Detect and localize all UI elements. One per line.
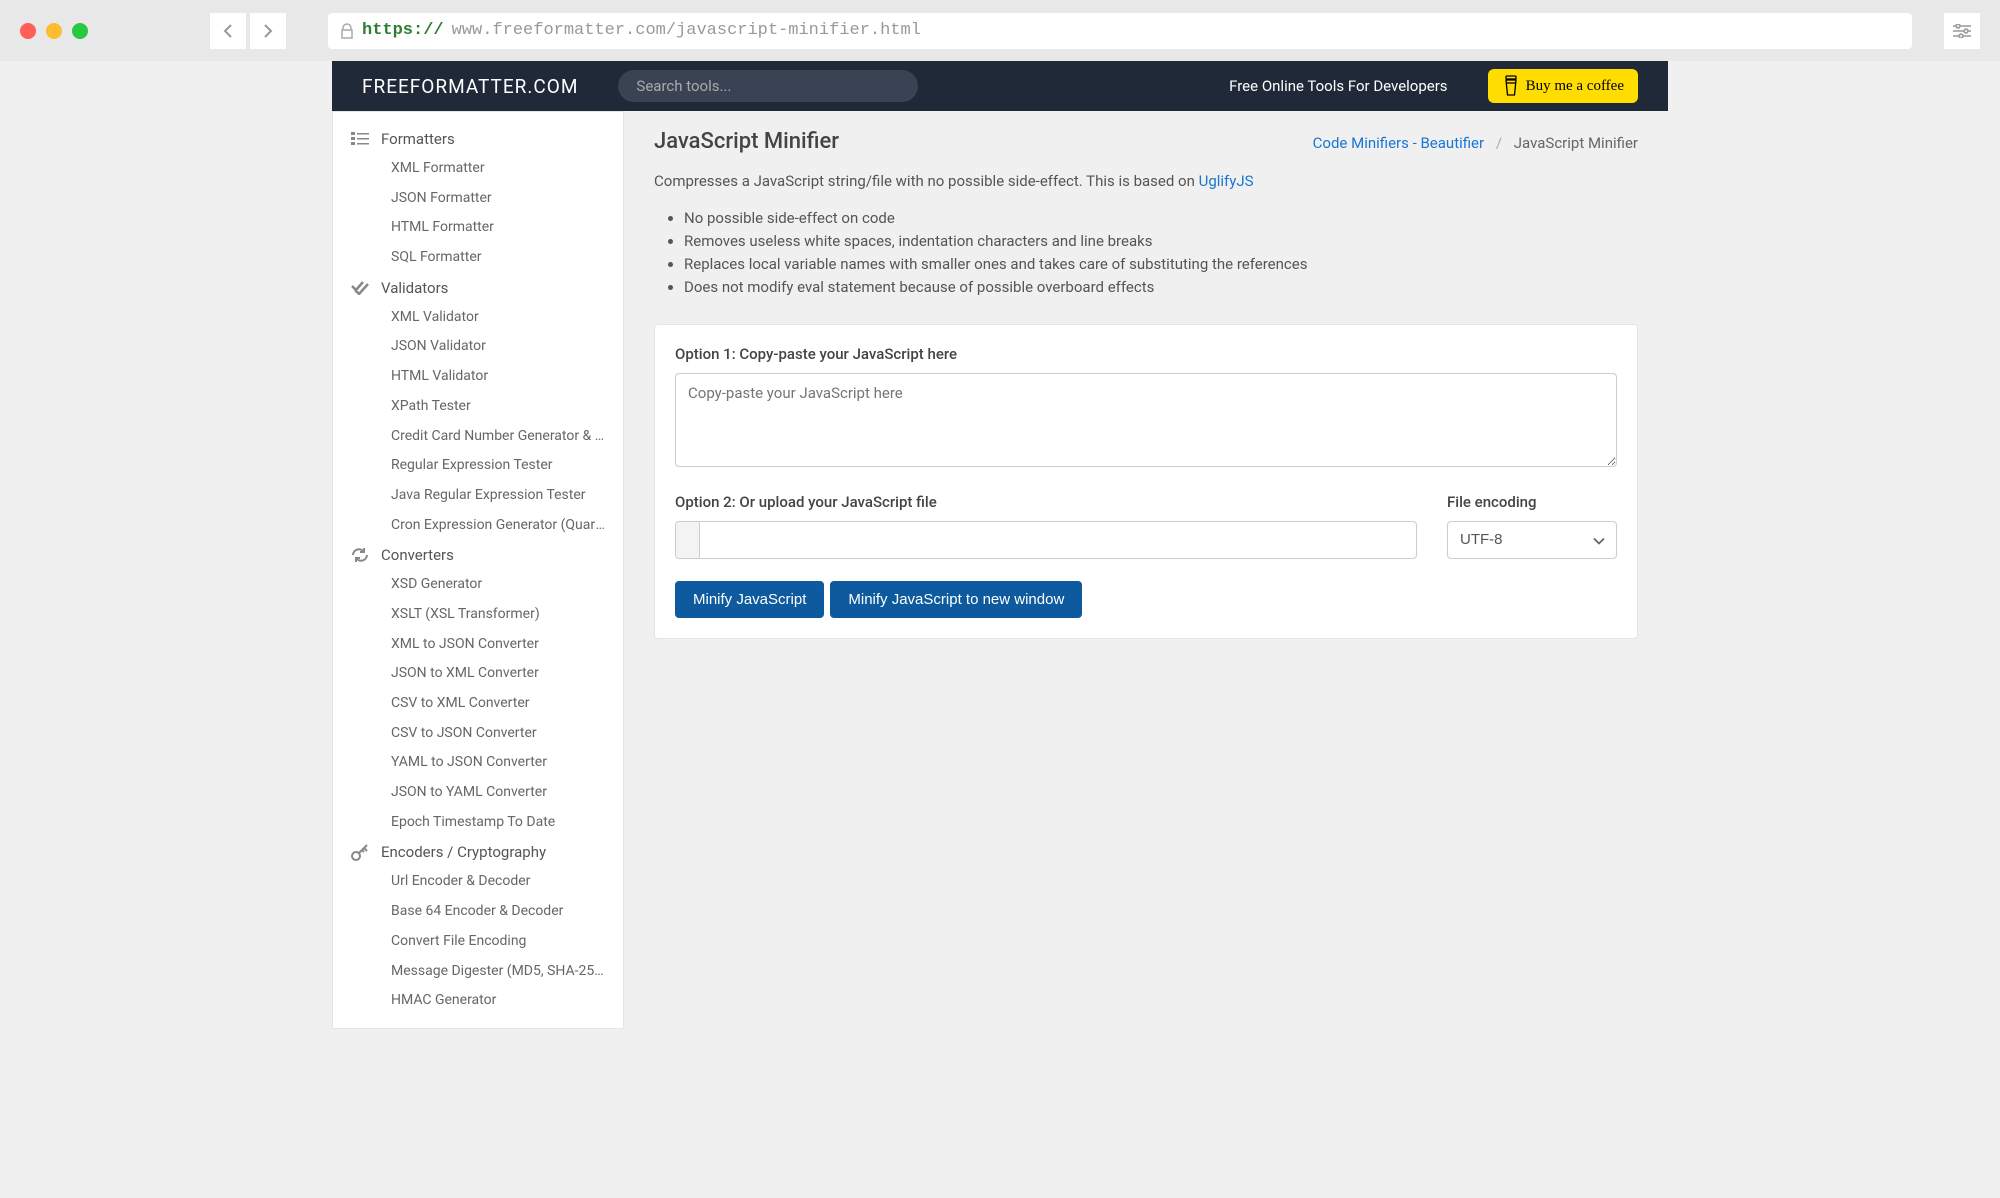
sidebar-item[interactable]: CSV to XML Converter — [333, 689, 623, 719]
sidebar-category[interactable]: Encoders / Cryptography — [333, 837, 623, 867]
sidebar-category[interactable]: Converters — [333, 540, 623, 570]
category-label: Formatters — [381, 130, 455, 148]
chevron-right-icon — [262, 23, 274, 39]
close-window-icon[interactable] — [20, 23, 36, 39]
check-icon — [351, 279, 369, 297]
sidebar-item[interactable]: XSD Generator — [333, 570, 623, 600]
intro-prefix: Compresses a JavaScript string/file with… — [654, 172, 1199, 190]
minify-new-window-button[interactable]: Minify JavaScript to new window — [830, 581, 1082, 618]
sidebar-item[interactable]: SQL Formatter — [333, 243, 623, 273]
feature-bullet: Removes useless white spaces, indentatio… — [684, 230, 1638, 253]
coffee-cup-icon — [1502, 75, 1520, 97]
url-bar[interactable]: https:// www.freeformatter.com/javascript… — [328, 13, 1912, 49]
sidebar: FormattersXML FormatterJSON FormatterHTM… — [332, 111, 624, 1029]
browser-chrome: https:// www.freeformatter.com/javascript… — [0, 0, 2000, 61]
feature-list: No possible side-effect on codeRemoves u… — [684, 207, 1638, 300]
main-content: JavaScript Minifier Code Minifiers - Bea… — [654, 111, 1668, 1029]
sidebar-item[interactable]: Cron Expression Generator (Quartz) — [333, 511, 623, 541]
forward-button[interactable] — [250, 13, 286, 49]
minimize-window-icon[interactable] — [46, 23, 62, 39]
encoding-select[interactable]: UTF-8 — [1447, 521, 1617, 559]
buy-coffee-button[interactable]: Buy me a coffee — [1488, 69, 1638, 103]
coffee-label: Buy me a coffee — [1526, 78, 1624, 95]
maximize-window-icon[interactable] — [72, 23, 88, 39]
sidebar-item[interactable]: Epoch Timestamp To Date — [333, 808, 623, 838]
file-upload-input[interactable] — [675, 521, 1417, 559]
tagline: Free Online Tools For Developers — [1229, 77, 1447, 95]
content-header: JavaScript Minifier Code Minifiers - Bea… — [654, 129, 1638, 154]
category-label: Validators — [381, 279, 448, 297]
file-path-display — [700, 522, 1416, 558]
sidebar-item[interactable]: HTML Validator — [333, 362, 623, 392]
url-protocol: https:// — [362, 21, 444, 40]
sidebar-item[interactable]: Java Regular Expression Tester — [333, 481, 623, 511]
sidebar-item[interactable]: XPath Tester — [333, 392, 623, 422]
breadcrumb-current: JavaScript Minifier — [1514, 134, 1638, 152]
option1-label: Option 1: Copy-paste your JavaScript her… — [675, 345, 1617, 363]
sidebar-item[interactable]: Convert File Encoding — [333, 927, 623, 957]
sidebar-item[interactable]: CSV to JSON Converter — [333, 719, 623, 749]
encoding-label: File encoding — [1447, 493, 1617, 511]
feature-bullet: Replaces local variable names with small… — [684, 253, 1638, 276]
uglifyjs-link[interactable]: UglifyJS — [1199, 172, 1254, 190]
nav-buttons — [210, 13, 286, 49]
intro-text: Compresses a JavaScript string/file with… — [654, 170, 1638, 193]
sidebar-category[interactable]: Formatters — [333, 124, 623, 154]
feature-bullet: No possible side-effect on code — [684, 207, 1638, 230]
search-input[interactable]: Search tools... — [618, 70, 918, 102]
sidebar-item[interactable]: HTML Formatter — [333, 213, 623, 243]
breadcrumb-separator: / — [1496, 134, 1502, 152]
sidebar-category[interactable]: Validators — [333, 273, 623, 303]
sidebar-item[interactable]: Url Encoder & Decoder — [333, 867, 623, 897]
site-logo[interactable]: FREEFORMATTER.COM — [362, 75, 578, 98]
category-label: Encoders / Cryptography — [381, 843, 546, 861]
search-placeholder: Search tools... — [636, 77, 731, 95]
breadcrumb: Code Minifiers - Beautifier / JavaScript… — [1313, 134, 1638, 152]
javascript-textarea[interactable] — [675, 373, 1617, 467]
sidebar-item[interactable]: JSON to YAML Converter — [333, 778, 623, 808]
sidebar-item[interactable]: XSLT (XSL Transformer) — [333, 600, 623, 630]
option2-label: Option 2: Or upload your JavaScript file — [675, 493, 1417, 511]
list-icon — [351, 130, 369, 148]
key-icon — [351, 843, 369, 861]
sidebar-item[interactable]: Base 64 Encoder & Decoder — [333, 897, 623, 927]
sidebar-item[interactable]: XML Formatter — [333, 154, 623, 184]
sidebar-item[interactable]: Regular Expression Tester — [333, 451, 623, 481]
lock-icon — [340, 23, 354, 39]
sidebar-item[interactable]: JSON to XML Converter — [333, 659, 623, 689]
feature-bullet: Does not modify eval statement because o… — [684, 276, 1638, 299]
browser-settings-button[interactable] — [1944, 13, 1980, 49]
minify-button[interactable]: Minify JavaScript — [675, 581, 824, 618]
refresh-icon — [351, 546, 369, 564]
category-label: Converters — [381, 546, 454, 564]
traffic-lights — [20, 23, 88, 39]
breadcrumb-link[interactable]: Code Minifiers - Beautifier — [1313, 134, 1484, 152]
sidebar-item[interactable]: Credit Card Number Generator & V... — [333, 422, 623, 452]
sidebar-item[interactable]: JSON Formatter — [333, 184, 623, 214]
site-header: FREEFORMATTER.COM Search tools... Free O… — [332, 61, 1668, 111]
back-button[interactable] — [210, 13, 246, 49]
sliders-icon — [1953, 24, 1971, 38]
url-path: www.freeformatter.com/javascript-minifie… — [452, 21, 921, 40]
sidebar-item[interactable]: XML to JSON Converter — [333, 630, 623, 660]
sidebar-item[interactable]: YAML to JSON Converter — [333, 748, 623, 778]
sidebar-item[interactable]: JSON Validator — [333, 332, 623, 362]
sidebar-item[interactable]: HMAC Generator — [333, 986, 623, 1016]
form-card: Option 1: Copy-paste your JavaScript her… — [654, 324, 1638, 639]
sidebar-item[interactable]: Message Digester (MD5, SHA-256, ... — [333, 957, 623, 987]
file-browse-button[interactable] — [676, 522, 700, 558]
sidebar-item[interactable]: XML Validator — [333, 303, 623, 333]
page-title: JavaScript Minifier — [654, 129, 839, 154]
chevron-left-icon — [222, 23, 234, 39]
